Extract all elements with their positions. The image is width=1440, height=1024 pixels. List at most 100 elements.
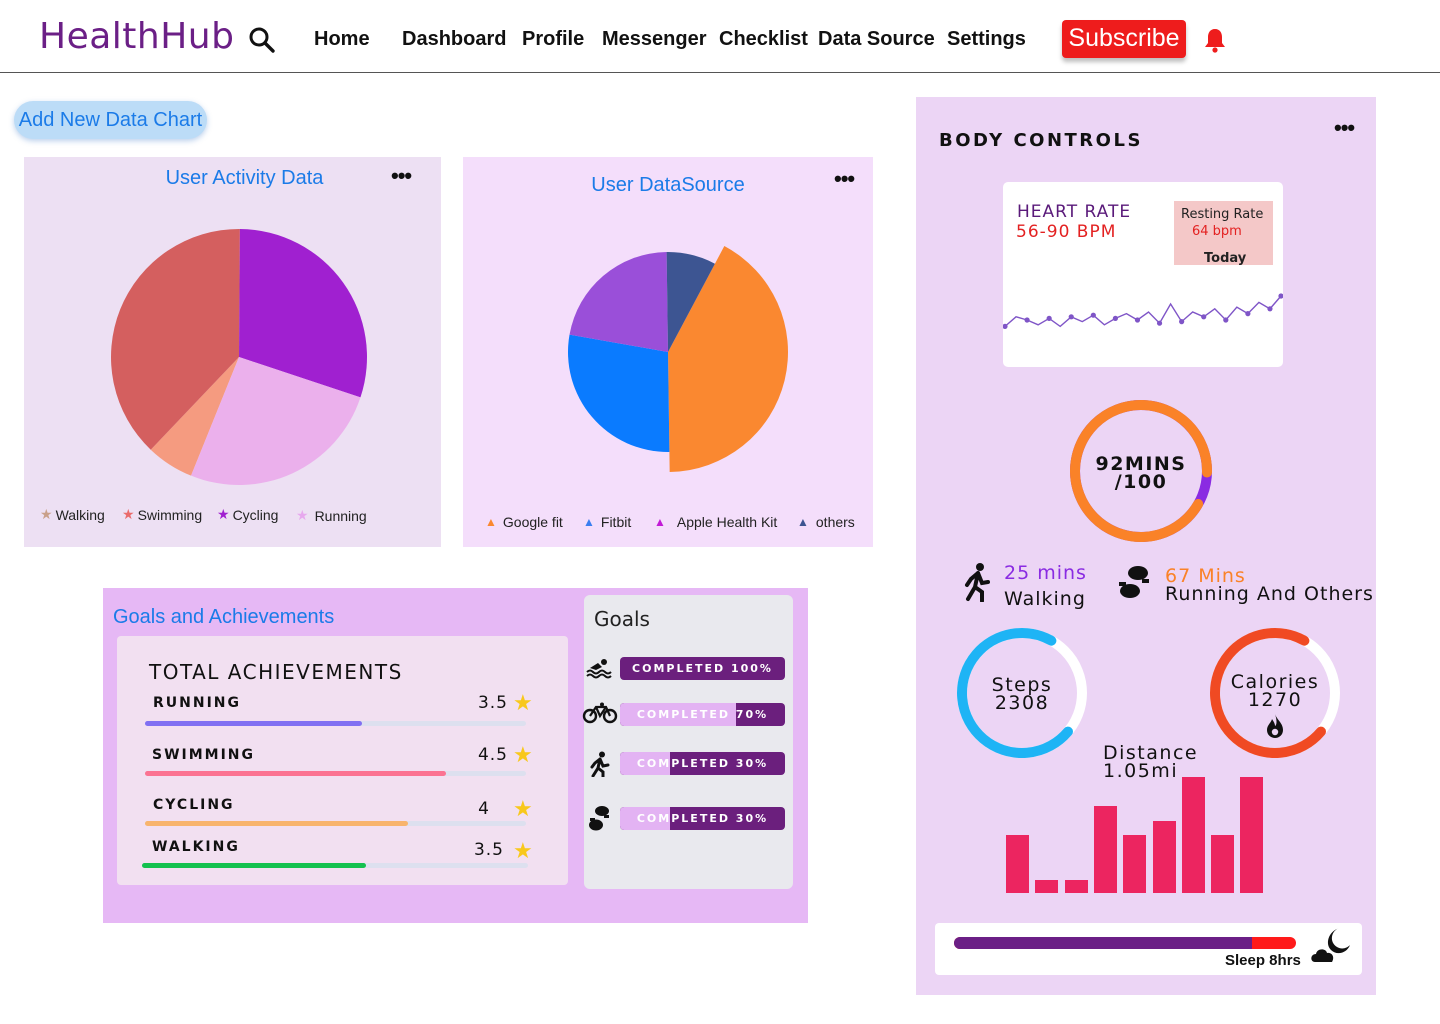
legend-cycling-star-icon: ★ bbox=[217, 506, 230, 522]
achievement-cycling-label: CYCLING bbox=[153, 797, 235, 813]
goal-cycling-text: COMPLETED 70% bbox=[636, 708, 769, 721]
heart-rate-point bbox=[1156, 320, 1163, 326]
goal-running-progress: COMPLETED 30% bbox=[620, 807, 785, 830]
achievement-cycling-star-icon: ★ bbox=[513, 796, 533, 821]
achievement-walking-label: WALKING bbox=[152, 839, 240, 855]
legend-swimming: ★ Swimming bbox=[122, 506, 202, 523]
nav-checklist[interactable]: Checklist bbox=[719, 28, 808, 51]
goal-swimming-progress: COMPLETED 100% bbox=[620, 657, 785, 680]
body-controls-menu-icon[interactable]: ••• bbox=[1334, 117, 1355, 139]
legend-running-star-icon: ★ bbox=[296, 507, 309, 523]
distance-bar bbox=[1006, 835, 1029, 893]
legend-cycling-label: Cycling bbox=[232, 506, 279, 523]
goals-card-title: Goals bbox=[594, 607, 650, 631]
achievement-running-label: RUNNING bbox=[153, 695, 241, 711]
user-activity-panel: User Activity Data ••• ★ Walking ★ Swimmin… bbox=[24, 157, 441, 547]
achievement-swimming-star-icon: ★ bbox=[513, 742, 533, 767]
total-achievements-card: TOTAL ACHIEVEMENTS RUNNING 3.5 ★ SWIMMIN… bbox=[117, 636, 568, 885]
achievements-heading: TOTAL ACHIEVEMENTS bbox=[149, 660, 403, 684]
calories-text: Calories 1270 bbox=[1209, 673, 1341, 711]
goal-swimming-text: COMPLETED 100% bbox=[632, 662, 773, 675]
achievement-running-star-icon: ★ bbox=[513, 690, 533, 715]
heart-rate-point bbox=[1179, 319, 1185, 325]
running-footprints-icon bbox=[1117, 565, 1153, 606]
heart-rate-point bbox=[1245, 311, 1251, 317]
achievement-walking-progress bbox=[142, 863, 528, 868]
legend-walking: ★ Walking bbox=[40, 506, 105, 523]
walking-minutes-label: Walking bbox=[1004, 588, 1086, 610]
distance-bar bbox=[1240, 777, 1264, 893]
legend-others-triangle-icon: ▲ bbox=[797, 515, 809, 529]
cycling-icon bbox=[582, 702, 618, 729]
sleep-label: Sleep 8hrs bbox=[1225, 952, 1301, 969]
achievement-swimming-value: 4.5 bbox=[477, 745, 508, 765]
activity-minutes-text: 92MINS /100 bbox=[1069, 455, 1213, 492]
search-icon[interactable] bbox=[248, 26, 276, 59]
datasource-slice-fitbit bbox=[568, 334, 670, 452]
nav-dashboard[interactable]: Dashboard bbox=[402, 28, 506, 51]
datasource-slice-apple-health-kit bbox=[569, 252, 668, 352]
steps-text: Steps 2308 bbox=[956, 676, 1088, 713]
achievement-cycling-progress-fill bbox=[145, 821, 408, 826]
heart-rate-point bbox=[1046, 315, 1052, 321]
heart-rate-point bbox=[1201, 314, 1207, 320]
goals-card: Goals COMPLETED 100% COMPLETED 70% COMPL… bbox=[582, 595, 793, 889]
walking-minutes-value: 25 mins bbox=[1004, 562, 1087, 584]
legend-running-label: Running bbox=[314, 507, 367, 524]
datasource-pie-chart bbox=[568, 246, 788, 472]
legend-apple-health-label: Apple Health Kit bbox=[676, 514, 778, 530]
achievement-walking-value: 3.5 bbox=[473, 840, 504, 860]
legend-apple-health-kit: ▲ Apple Health Kit bbox=[654, 514, 777, 530]
legend-swimming-label: Swimming bbox=[137, 506, 203, 523]
legend-running: ★ Running bbox=[296, 507, 367, 524]
heart-rate-point bbox=[1068, 314, 1074, 320]
walking-person-icon bbox=[962, 562, 992, 607]
resting-rate-title: Resting Rate bbox=[1181, 207, 1264, 222]
achievement-running-progress-fill bbox=[145, 721, 363, 726]
heart-rate-point bbox=[1223, 317, 1229, 323]
datasource-menu-icon[interactable]: ••• bbox=[834, 168, 855, 190]
distance-bar bbox=[1152, 820, 1176, 893]
distance-bar bbox=[1211, 835, 1235, 893]
calories-value: 1270 bbox=[1247, 689, 1303, 711]
body-controls-title: BODY CONTROLS bbox=[939, 130, 1143, 151]
achievement-cycling-progress bbox=[145, 821, 526, 826]
sleep-progress bbox=[954, 937, 1296, 949]
add-new-data-chart-button[interactable]: Add New Data Chart bbox=[14, 101, 207, 139]
app-logo[interactable]: HealthHub bbox=[39, 16, 234, 57]
distance-bar bbox=[1035, 879, 1059, 893]
nav-profile[interactable]: Profile bbox=[522, 28, 584, 51]
distance-bar bbox=[1123, 835, 1147, 893]
goal-running-text: COMPLETED 30% bbox=[636, 812, 769, 825]
nav-home[interactable]: Home bbox=[314, 28, 370, 51]
achievement-walking-star-icon: ★ bbox=[513, 838, 533, 863]
legend-walking-label: Walking bbox=[55, 506, 105, 523]
subscribe-button[interactable]: Subscribe bbox=[1062, 20, 1186, 58]
nav-settings[interactable]: Settings bbox=[947, 28, 1026, 51]
legend-google-fit-triangle-icon: ▲ bbox=[485, 515, 497, 529]
nav-data-source[interactable]: Data Source bbox=[818, 28, 935, 51]
legend-google-fit: ▲ Google fit bbox=[485, 514, 563, 530]
heart-rate-point bbox=[1112, 315, 1118, 321]
footprints-icon bbox=[588, 805, 612, 838]
bell-icon[interactable] bbox=[1201, 26, 1229, 59]
walking-icon bbox=[588, 751, 612, 782]
distance-text: Distance 1.05mi bbox=[1103, 744, 1198, 781]
activity-menu-icon[interactable]: ••• bbox=[391, 165, 412, 187]
distance-bar bbox=[1181, 777, 1205, 893]
heart-rate-card: HEART RATE 56-90 BPM Resting Rate 64 bpm… bbox=[1003, 182, 1283, 367]
goal-walking-text: COMPLETED 30% bbox=[636, 757, 769, 770]
achievement-swimming-progress-fill bbox=[145, 771, 446, 776]
heart-rate-point bbox=[1134, 317, 1141, 323]
swimming-icon bbox=[586, 657, 612, 684]
resting-rate-day: Today bbox=[1204, 251, 1247, 266]
goal-walking-progress: COMPLETED 30% bbox=[620, 752, 785, 775]
legend-fitbit-label: Fitbit bbox=[600, 514, 632, 530]
distance-bar-chart bbox=[1006, 777, 1266, 893]
achievement-swimming-label: SWIMMING bbox=[152, 747, 256, 763]
user-datasource-panel: User DataSource ••• ▲ Google fit ▲ Fitbit … bbox=[463, 157, 873, 547]
nav-messenger[interactable]: Messenger bbox=[602, 28, 707, 51]
heart-rate-series-line bbox=[1004, 295, 1282, 328]
legend-fitbit: ▲ Fitbit bbox=[583, 514, 631, 530]
heart-rate-title: HEART RATE bbox=[1017, 202, 1132, 222]
